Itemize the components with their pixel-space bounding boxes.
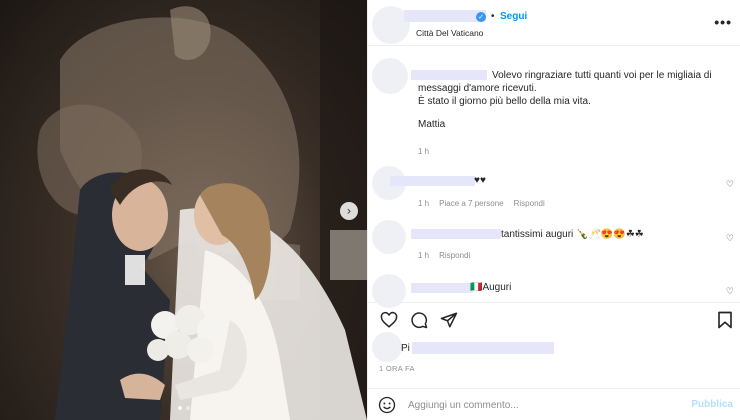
comment-like-heart-icon[interactable]: ♡ xyxy=(726,180,734,190)
emoji-smiley-icon[interactable] xyxy=(378,396,396,414)
save-bookmark-icon[interactable] xyxy=(717,311,733,329)
post-actions xyxy=(368,302,740,338)
comment-time: 1 h xyxy=(418,199,430,208)
comment-text: 🇮🇹Auguri xyxy=(470,282,512,293)
comment-likes-count[interactable]: Piace a 7 persone xyxy=(439,199,504,208)
carousel-dots xyxy=(0,406,367,410)
carousel-dot-active xyxy=(177,406,182,410)
wedding-photo xyxy=(37,0,367,420)
like-heart-icon[interactable] xyxy=(380,311,398,329)
author-username-redacted[interactable] xyxy=(404,10,486,22)
comment-bubble-icon[interactable] xyxy=(410,311,428,329)
follow-button[interactable]: Segui xyxy=(500,11,527,22)
next-photo-button[interactable]: › xyxy=(340,202,358,220)
comment-username-redacted[interactable] xyxy=(411,229,501,239)
comment-meta: 1 h Rispondi xyxy=(418,251,470,260)
post-photo[interactable]: › xyxy=(0,0,367,420)
comment-username-redacted[interactable] xyxy=(411,283,473,293)
publish-button[interactable]: Pubblica xyxy=(691,399,733,410)
caption-avatar[interactable] xyxy=(372,58,408,94)
verified-badge-icon: ✓ xyxy=(476,12,486,22)
post-sidebar: ✓ • Segui Città Del Vaticano ••• Volevo … xyxy=(367,0,740,420)
more-options-icon[interactable]: ••• xyxy=(714,14,732,30)
post-caption: Volevo ringraziare tutti quanti voi per … xyxy=(418,69,736,131)
caption-line-1: Volevo ringraziare tutti quanti voi per … xyxy=(418,70,712,94)
comment-text: ♥♥ xyxy=(474,175,486,186)
add-comment-bar: Pubblica xyxy=(368,388,740,420)
likes-avatar[interactable] xyxy=(372,332,402,362)
add-comment-input[interactable] xyxy=(408,397,678,413)
post-header: ✓ • Segui Città Del Vaticano ••• xyxy=(368,0,740,46)
likes-summary-redacted[interactable] xyxy=(412,342,554,354)
comment-avatar[interactable] xyxy=(372,220,406,254)
comment-like-heart-icon[interactable]: ♡ xyxy=(726,287,734,297)
comment-username-redacted[interactable] xyxy=(390,176,475,186)
comment-text: tantissimi auguri 🍾🥂😍😍☘☘ xyxy=(501,229,644,240)
post-location[interactable]: Città Del Vaticano xyxy=(416,28,483,38)
likes-summary[interactable]: Pi xyxy=(401,343,410,354)
reply-button[interactable]: Rispondi xyxy=(514,199,545,208)
share-send-icon[interactable] xyxy=(440,311,458,329)
comment-time: 1 h xyxy=(418,251,430,260)
caption-time: 1 h xyxy=(418,147,430,156)
carousel-dot xyxy=(185,406,190,410)
comment-like-heart-icon[interactable]: ♡ xyxy=(726,234,734,244)
caption-line-2: È stato il giorno più bello della mia vi… xyxy=(418,96,591,107)
reply-button[interactable]: Rispondi xyxy=(439,251,470,260)
caption-line-3: Mattia xyxy=(418,119,446,130)
comment-meta: 1 h Piace a 7 persone Rispondi xyxy=(418,199,545,208)
separator-dot: • xyxy=(491,11,495,22)
post-date[interactable]: 1 ORA FA xyxy=(379,364,415,373)
